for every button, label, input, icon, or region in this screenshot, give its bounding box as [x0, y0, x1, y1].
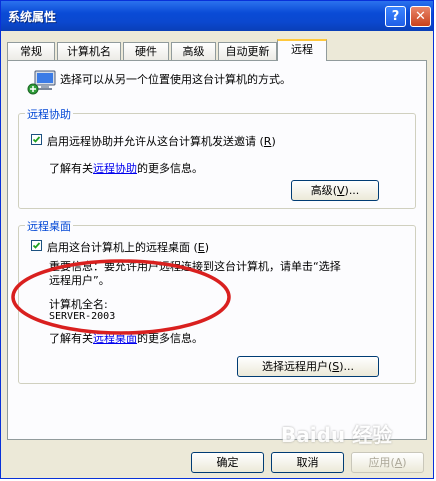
select-users-shortcut: S [332, 360, 340, 373]
checkmark-icon [32, 136, 41, 143]
learn-more-suffix: 的更多信息。 [137, 162, 203, 175]
cancel-button[interactable]: 取消 [271, 452, 344, 473]
remote-assistance-learn-more: 了解有关远程协助的更多信息。 [49, 160, 203, 176]
baidu-watermark: Baidu 经验 [281, 423, 393, 447]
learn-more-prefix: 了解有关 [49, 162, 93, 175]
advanced-ellipsis: ... [348, 184, 360, 197]
learn-more-prefix: 了解有关 [49, 332, 93, 345]
select-users-label: 选择远程用户 [261, 360, 328, 373]
full-computer-name-label: 计算机全名: [49, 298, 108, 311]
advanced-shortcut: V [336, 184, 345, 197]
remote-assistance-label-text: 启用远程协助并允许从这台计算机发送邀请 [47, 135, 256, 148]
remote-tab-panel: 选择可以从另一个位置使用这台计算机的方式。 远程协助 启用远程协助并允许从这台计… [7, 60, 427, 440]
full-computer-name-value: SERVER-2003 [49, 311, 116, 322]
remote-desktop-learn-more: 了解有关远程桌面的更多信息。 [49, 330, 203, 346]
select-users-ellipsis: ... [343, 360, 355, 373]
apply-label: 应用 [368, 456, 391, 469]
remote-assistance-checkbox-label[interactable]: 启用远程协助并允许从这台计算机发送邀请 (R) [47, 133, 276, 149]
computer-network-icon [27, 70, 56, 95]
learn-more-suffix: 的更多信息。 [137, 332, 203, 345]
help-button[interactable]: ? [385, 6, 406, 27]
remote-desktop-label-text: 启用这台计算机上的远程桌面 [47, 241, 190, 254]
remote-assistance-group: 远程协助 启用远程协助并允许从这台计算机发送邀请 (R) 了解有关远程协助的更多… [18, 106, 416, 209]
title-bar[interactable]: 系统属性 ? ✕ [1, 1, 433, 31]
advanced-button-label: 高级 [310, 184, 333, 197]
remote-desktop-checkbox-label[interactable]: 启用这台计算机上的远程桌面 (E) [47, 239, 209, 255]
window-title: 系统属性 [8, 10, 57, 24]
tab-general[interactable]: 常规 [7, 42, 55, 60]
remote-assistance-shortcut: R [263, 135, 272, 148]
remote-assistance-checkbox[interactable] [31, 134, 42, 145]
advanced-button[interactable]: 高级(V)... [291, 180, 379, 201]
apply-button[interactable]: 应用(A) [351, 452, 424, 473]
close-icon: ✕ [415, 9, 426, 24]
intro-text: 选择可以从另一个位置使用这台计算机的方式。 [60, 73, 291, 86]
tab-remote[interactable]: 远程 [277, 39, 327, 61]
checkmark-icon [32, 242, 41, 249]
remote-assistance-title: 远程协助 [25, 106, 73, 122]
remote-desktop-title: 远程桌面 [25, 218, 73, 234]
remote-assistance-link[interactable]: 远程协助 [93, 162, 137, 175]
apply-shortcut: A [394, 456, 403, 469]
remote-desktop-shortcut: E [197, 241, 205, 254]
tab-hardware[interactable]: 硬件 [123, 42, 169, 60]
tab-automatic-updates[interactable]: 自动更新 [218, 42, 277, 60]
tab-computer-name[interactable]: 计算机名 [57, 42, 121, 60]
remote-desktop-link[interactable]: 远程桌面 [93, 332, 137, 345]
remote-desktop-checkbox[interactable] [31, 240, 42, 251]
select-remote-users-button[interactable]: 选择远程用户(S)... [237, 356, 379, 377]
remote-desktop-group: 远程桌面 启用这台计算机上的远程桌面 (E) 重要信息：要允许用户远程连接到这台… [18, 218, 416, 384]
important-info-line2: 远程用户”。 [49, 274, 110, 287]
close-button[interactable]: ✕ [410, 6, 431, 27]
tab-advanced[interactable]: 高级 [171, 42, 216, 60]
system-properties-window: 系统属性 ? ✕ 常规 计算机名 硬件 高级 自动更新 远程 选择可以从另一个位… [0, 0, 434, 479]
ok-button[interactable]: 确定 [191, 452, 264, 473]
help-icon: ? [391, 9, 400, 24]
